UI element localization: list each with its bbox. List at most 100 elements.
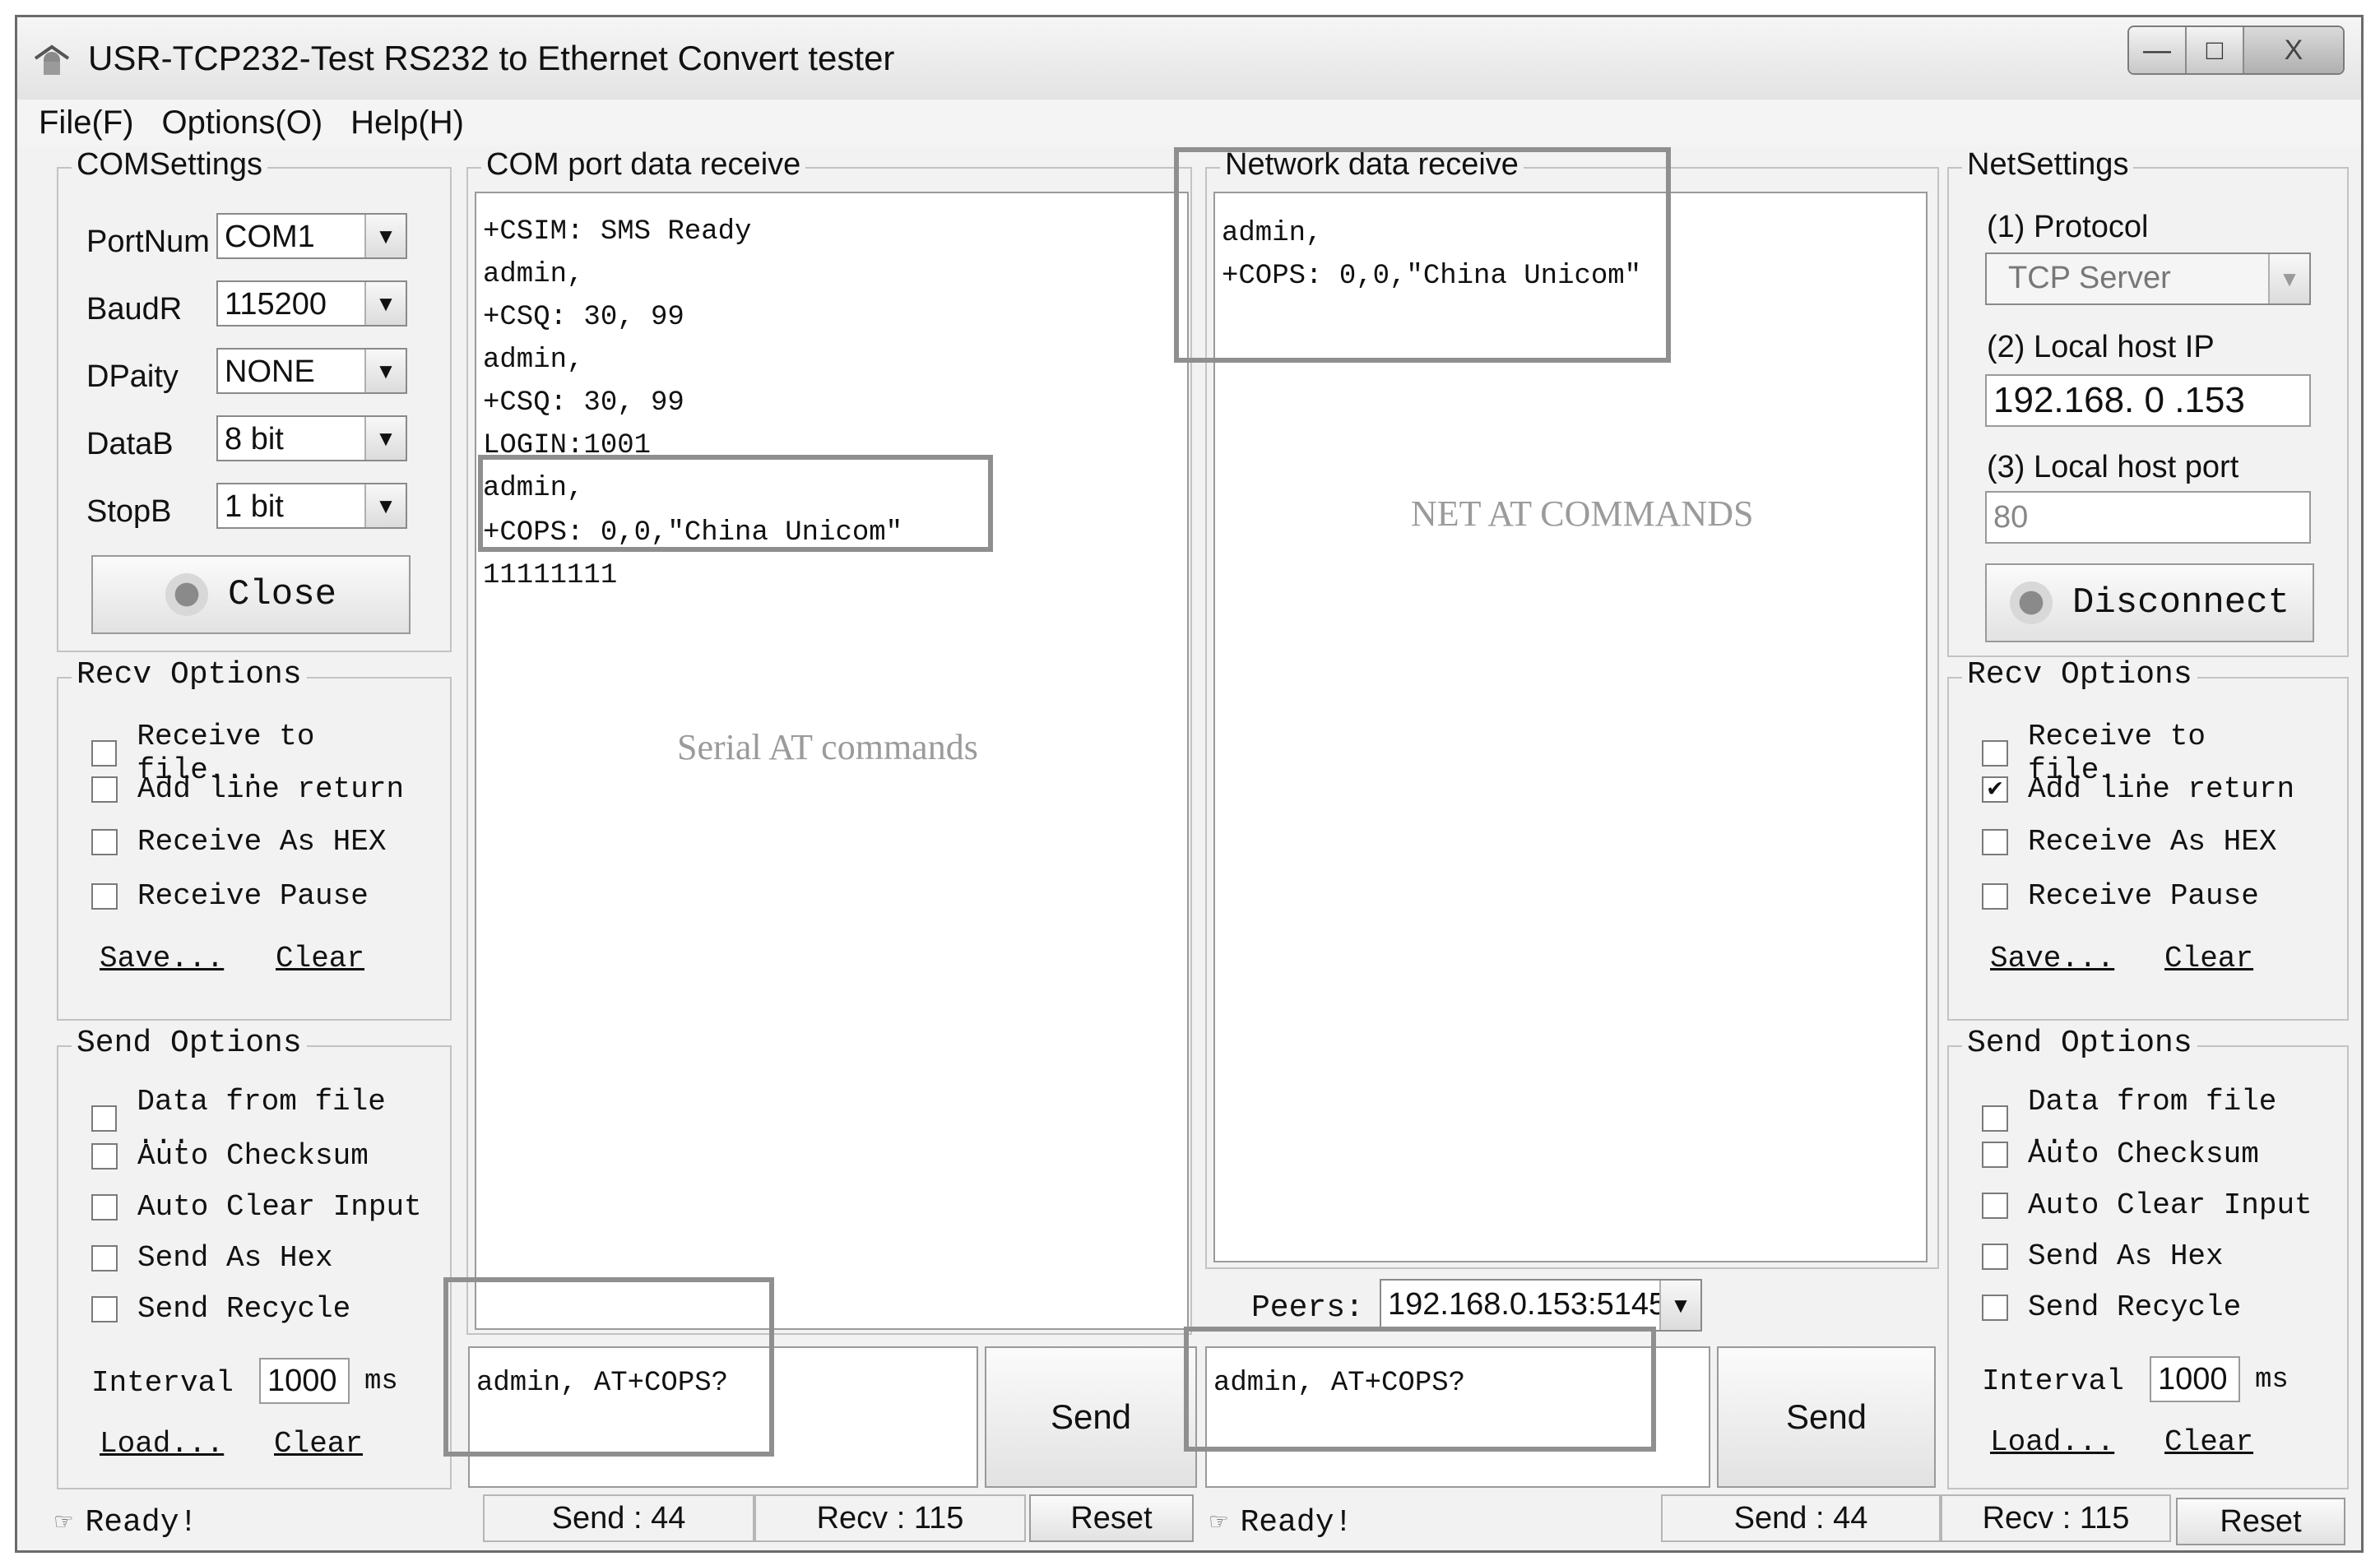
com-send-button[interactable]: Send — [985, 1346, 1197, 1488]
chevron-down-icon[interactable]: ▼ — [364, 484, 406, 527]
com-receive-legend: COM port data receive — [481, 147, 806, 183]
right-send-clear-link[interactable]: Clear — [2164, 1425, 2253, 1459]
left-send-count: Send : 44 — [483, 1494, 754, 1542]
right-recv-as-hex[interactable]: Receive As HEX — [1982, 825, 2276, 859]
left-add-line-return[interactable]: Add line return — [91, 772, 404, 806]
right-interval-label: Interval — [1982, 1364, 2124, 1398]
minimize-button[interactable]: — — [2129, 27, 2187, 73]
checkbox-checked[interactable]: ✔ — [1982, 776, 2008, 803]
right-recv-options-group: Recv Options Receive to file... ✔ Add lin… — [1947, 657, 2349, 1021]
left-reset-button[interactable]: Reset — [1029, 1494, 1194, 1542]
parity-select[interactable]: NONE ▼ — [216, 348, 407, 394]
chevron-down-icon[interactable]: ▼ — [2268, 254, 2309, 303]
close-port-button[interactable]: Close — [91, 555, 411, 634]
checkbox[interactable] — [91, 828, 118, 855]
right-send-as-hex[interactable]: Send As Hex — [1982, 1239, 2224, 1273]
right-save-link[interactable]: Save... — [1990, 942, 2114, 975]
right-add-line-return[interactable]: ✔ Add line return — [1982, 772, 2294, 806]
status-right-text: Ready! — [1240, 1504, 1353, 1540]
maximize-button[interactable]: □ — [2187, 27, 2244, 73]
left-auto-checksum[interactable]: Auto Checksum — [91, 1139, 369, 1173]
right-auto-checksum[interactable]: Auto Checksum — [1982, 1137, 2259, 1171]
checkbox[interactable] — [1982, 1294, 2008, 1321]
checkbox[interactable] — [91, 1244, 118, 1271]
menu-help[interactable]: Help(H) — [350, 104, 464, 141]
left-send-options-legend: Send Options — [72, 1026, 307, 1061]
checkbox[interactable] — [91, 1193, 118, 1221]
chevron-down-icon[interactable]: ▼ — [364, 215, 406, 257]
right-send-count: Send : 44 — [1661, 1494, 1941, 1542]
local-ip-input[interactable]: 192.168. 0 .153 — [1985, 374, 2311, 427]
baudrate-select[interactable]: 115200 ▼ — [216, 280, 407, 327]
status-left-text: Ready! — [85, 1504, 198, 1540]
checkbox[interactable] — [1982, 740, 2008, 767]
left-recv-pause[interactable]: Receive Pause — [91, 879, 369, 913]
checkbox[interactable] — [91, 740, 118, 767]
com-line: 11111111 — [483, 560, 618, 591]
highlight-net-cops — [1174, 147, 1671, 363]
left-recv-as-hex[interactable]: Receive As HEX — [91, 825, 386, 859]
right-send-options-legend: Send Options — [1962, 1026, 2197, 1061]
close-port-label: Close — [227, 574, 337, 615]
net-send-button[interactable]: Send — [1717, 1346, 1936, 1488]
parity-label: DPaity — [86, 359, 179, 394]
checkbox[interactable] — [1982, 1192, 2008, 1219]
checkbox-label: Auto Clear Input — [2028, 1188, 2313, 1222]
peers-select[interactable]: 192.168.0.153:5145 ▼ — [1380, 1279, 1702, 1332]
com-receive-textarea[interactable]: +CSIM: SMS Ready admin, +CSQ: 30, 99 adm… — [475, 192, 1189, 1330]
checkbox[interactable] — [91, 776, 118, 803]
disconnect-button[interactable]: Disconnect — [1985, 563, 2314, 642]
left-send-as-hex[interactable]: Send As Hex — [91, 1241, 333, 1275]
checkbox-label: Send Recycle — [2028, 1290, 2242, 1324]
portnum-select[interactable]: COM1 ▼ — [216, 213, 407, 259]
disconnect-label: Disconnect — [2071, 582, 2290, 623]
highlight-com-cops — [478, 455, 993, 552]
status-hand-icon: ☞ — [55, 1508, 72, 1540]
left-auto-clear-input[interactable]: Auto Clear Input — [91, 1190, 422, 1224]
left-send-clear-link[interactable]: Clear — [274, 1427, 363, 1461]
checkbox-label: Receive Pause — [137, 879, 369, 913]
chevron-down-icon[interactable]: ▼ — [364, 282, 406, 325]
status-hand-icon: ☞ — [1210, 1508, 1227, 1540]
stopbits-label: StopB — [86, 494, 172, 529]
stopbits-select[interactable]: 1 bit ▼ — [216, 483, 407, 529]
checkbox[interactable] — [1982, 1243, 2008, 1270]
right-recv-pause[interactable]: Receive Pause — [1982, 879, 2259, 913]
checkbox[interactable] — [1982, 1105, 2008, 1132]
left-send-recycle[interactable]: Send Recycle — [91, 1292, 350, 1326]
checkbox[interactable] — [1982, 828, 2008, 855]
right-auto-clear-input[interactable]: Auto Clear Input — [1982, 1188, 2313, 1222]
right-interval-input[interactable]: 1000 — [2150, 1356, 2240, 1402]
net-at-commands-overlay: NET AT COMMANDS — [1411, 493, 1754, 534]
status-bulb-icon — [2009, 581, 2053, 624]
databits-select[interactable]: 8 bit ▼ — [216, 415, 407, 461]
right-send-recycle[interactable]: Send Recycle — [1982, 1290, 2241, 1324]
parity-value: NONE — [225, 354, 315, 389]
checkbox[interactable] — [91, 882, 118, 910]
left-interval-input[interactable]: 1000 — [259, 1358, 350, 1404]
menu-options[interactable]: Options(O) — [162, 104, 323, 141]
checkbox[interactable] — [1982, 882, 2008, 910]
chevron-down-icon[interactable]: ▼ — [364, 417, 406, 460]
title-bar[interactable]: USR-TCP232-Test RS232 to Ethernet Conver… — [17, 17, 2361, 100]
right-load-link[interactable]: Load... — [1990, 1425, 2114, 1459]
menu-file[interactable]: File(F) — [39, 104, 134, 141]
left-load-link[interactable]: Load... — [100, 1427, 224, 1461]
checkbox[interactable] — [1982, 1141, 2008, 1168]
right-reset-button[interactable]: Reset — [2176, 1498, 2345, 1545]
local-port-input[interactable]: 80 — [1985, 491, 2311, 544]
chevron-down-icon[interactable]: ▼ — [364, 350, 406, 392]
left-save-link[interactable]: Save... — [100, 942, 224, 975]
checkbox[interactable] — [91, 1295, 118, 1322]
left-recv-clear-link[interactable]: Clear — [276, 942, 364, 975]
chevron-down-icon[interactable]: ▼ — [1659, 1281, 1700, 1330]
right-recv-clear-link[interactable]: Clear — [2164, 942, 2253, 975]
checkbox[interactable] — [91, 1142, 118, 1170]
checkbox-label: Send As Hex — [2028, 1239, 2224, 1273]
right-send-options-group: Send Options Data from file ... Auto Che… — [1947, 1026, 2349, 1489]
checkbox-label: Add line return — [137, 772, 405, 806]
protocol-select[interactable]: TCP Server ▼ — [1985, 252, 2311, 305]
checkbox[interactable] — [91, 1105, 118, 1132]
checkbox-label: Send Recycle — [137, 1292, 351, 1326]
close-window-button[interactable]: X — [2244, 27, 2343, 73]
